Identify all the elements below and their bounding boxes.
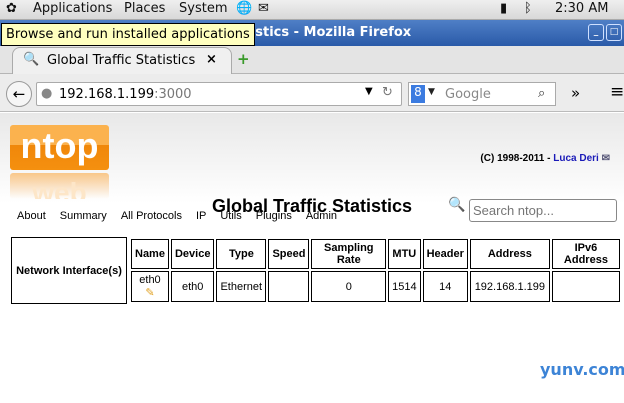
search-go-icon[interactable]: ⌕ [538,86,545,101]
header-address: Address [469,239,550,269]
cell-ipv6-address [551,271,620,302]
watermark: yunv.com [540,360,624,379]
update-icon[interactable]: ▮ [500,1,507,16]
cell-sampling-rate: 0 [311,271,387,302]
maximize-button[interactable]: □ [606,24,622,41]
new-tab-button[interactable]: + [237,50,250,68]
copyright-text: (C) 1998-2011 - [480,153,554,164]
search-icon: 🔍 [23,52,40,67]
header-sampling-rate: Sampling Rate [311,239,387,269]
reload-icon[interactable]: ↻ [382,85,393,100]
minimize-button[interactable]: _ [588,24,604,41]
interface-details: Name Device Type Speed Sampling Rate MTU… [129,237,622,304]
url-host: 192.168.1.199 [59,87,155,102]
globe-icon: ● [41,86,53,101]
interfaces-table: Network Interface(s) Name Device Type Sp… [9,235,624,306]
header-ipv6-address: IPv6 Address [551,239,620,269]
tab-bar: 🔍 Global Traffic Statistics × + [0,46,624,74]
cell-name: eth0 [139,274,161,286]
page-title: Global Traffic Statistics [211,196,413,216]
places-menu[interactable]: Places [124,1,165,16]
cell-device: eth0 [170,271,215,302]
overflow-button[interactable]: » [571,84,580,102]
tab-label: Global Traffic Statistics [47,53,196,68]
close-tab-button[interactable]: × [206,52,217,67]
applications-menu[interactable]: Applications [33,1,112,16]
browser-launcher-icon[interactable]: 🌐 [236,1,252,16]
navigation-bar: ← ● 192.168.1.199:3000 ▼ ↻ 8 ▼ Google ⌕ … [0,74,624,112]
ntop-logo[interactable]: ntop [10,125,109,170]
system-menu[interactable]: System [179,1,227,16]
header-header: Header [422,239,468,269]
url-port: :3000 [154,87,192,102]
copyright: (C) 1998-2011 - Luca Deri ✉ [480,153,610,164]
cell-address: 192.168.1.199 [469,271,550,302]
history-dropdown-icon[interactable]: ▼ [365,86,373,97]
header-speed: Speed [268,239,310,269]
tooltip: Browse and run installed applications [1,23,255,46]
email-icon[interactable]: ✉ [602,153,610,164]
header-device: Device [170,239,215,269]
header-type: Type [216,239,267,269]
tab-global-traffic[interactable]: 🔍 Global Traffic Statistics × [12,47,232,74]
top-panel: ✿ Applications Places System 🌐 ✉ ▮ ᛒ 2:3… [0,0,624,20]
menu-icon[interactable]: ≡ [610,82,624,102]
clock[interactable]: 2:30 AM [555,1,608,16]
edit-pencil-icon[interactable]: ✎ [145,287,154,299]
cell-speed [268,271,310,302]
author-link[interactable]: Luca Deri [553,153,599,164]
table-row: eth0 ✎ eth0 Ethernet 0 1514 14 192.168.1.… [131,271,620,302]
applications-icon: ✿ [6,1,17,16]
row-label: Network Interface(s) [11,237,127,304]
cell-type: Ethernet [216,271,267,302]
cell-header: 14 [422,271,468,302]
header-mtu: MTU [388,239,421,269]
google-engine-icon[interactable]: 8 [411,85,425,103]
search-placeholder: Google [445,87,491,102]
url-bar[interactable]: ● 192.168.1.199:3000 ▼ ↻ [36,82,402,106]
bluetooth-icon[interactable]: ᛒ [524,1,532,16]
web-search-box[interactable]: 8 ▼ Google ⌕ [408,82,556,106]
header-name: Name [131,239,169,269]
cell-mtu: 1514 [388,271,421,302]
mail-launcher-icon[interactable]: ✉ [258,1,269,16]
back-button[interactable]: ← [6,81,32,107]
